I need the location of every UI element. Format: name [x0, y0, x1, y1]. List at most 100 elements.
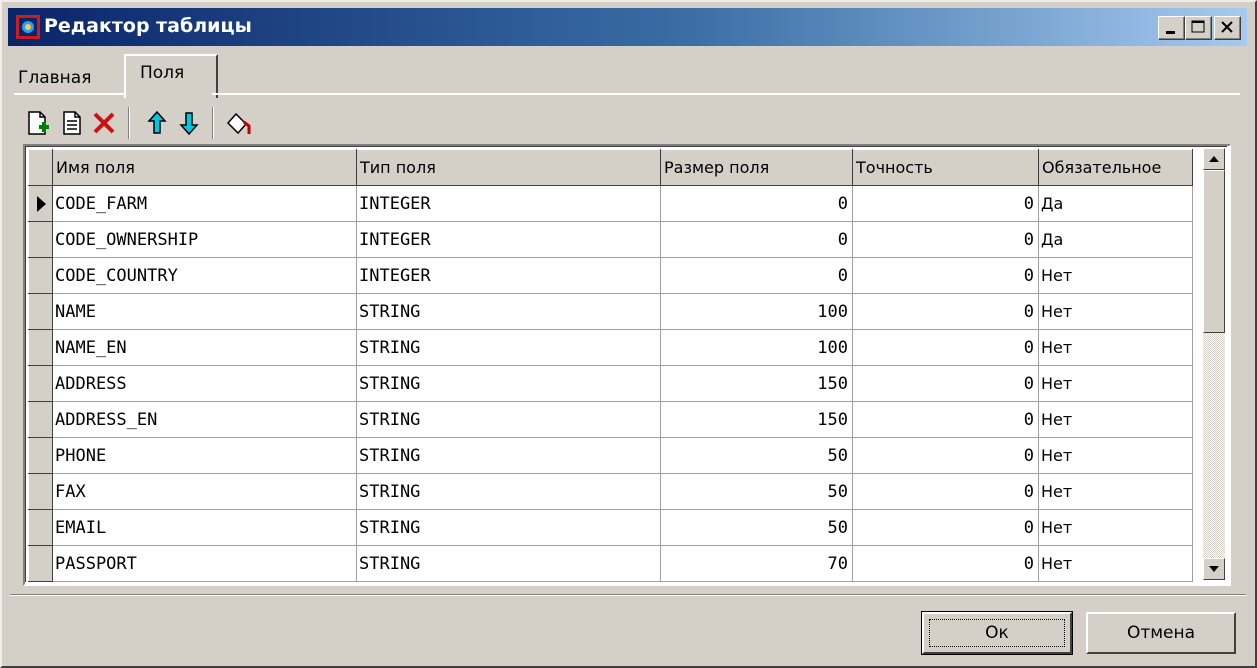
row-indicator[interactable] [28, 509, 53, 546]
column-header-precision[interactable]: Точность [852, 149, 1039, 186]
row-indicator[interactable] [28, 257, 53, 294]
cell-field-required[interactable]: Нет [1038, 473, 1193, 510]
cell-field-precision[interactable]: 0 [852, 365, 1039, 402]
move-down-button[interactable] [172, 106, 206, 140]
table-row[interactable]: CODE_FARM INTEGER 0 0 Да [28, 185, 1193, 222]
row-indicator[interactable] [28, 185, 53, 222]
cell-field-size[interactable]: 0 [660, 185, 853, 222]
cell-field-size[interactable]: 0 [660, 257, 853, 294]
table-row[interactable]: PHONE STRING 50 0 Нет [28, 437, 1193, 474]
cell-field-name[interactable]: PASSPORT [52, 545, 357, 582]
row-indicator[interactable] [28, 221, 53, 258]
cell-field-required[interactable]: Нет [1038, 509, 1193, 546]
cancel-button[interactable]: Отмена [1086, 612, 1236, 654]
column-header-required[interactable]: Обязательное [1038, 149, 1193, 186]
cell-field-size[interactable]: 50 [660, 509, 853, 546]
edit-field-button[interactable] [56, 106, 90, 140]
scroll-up-button[interactable] [1203, 148, 1225, 170]
cell-field-precision[interactable]: 0 [852, 509, 1039, 546]
vertical-scrollbar[interactable] [1203, 148, 1225, 580]
clear-button[interactable] [222, 106, 256, 140]
tab-main[interactable]: Главная [14, 61, 122, 92]
table-row[interactable]: PASSPORT STRING 70 0 Нет [28, 545, 1193, 582]
cell-field-required[interactable]: Нет [1038, 437, 1193, 474]
ok-button[interactable]: Ок [921, 611, 1073, 655]
cell-field-required[interactable]: Нет [1038, 293, 1193, 330]
row-indicator[interactable] [28, 329, 53, 366]
row-indicator[interactable] [28, 545, 53, 582]
title-bar[interactable]: Редактор таблицы [8, 8, 1247, 46]
cell-field-size[interactable]: 100 [660, 329, 853, 366]
cell-field-type[interactable]: STRING [356, 401, 661, 438]
cell-field-size[interactable]: 150 [660, 365, 853, 402]
cell-field-size[interactable]: 50 [660, 473, 853, 510]
fields-grid[interactable]: Имя поля Тип поля Размер поля Точность О… [23, 144, 1231, 586]
cell-field-type[interactable]: STRING [356, 437, 661, 474]
add-field-button[interactable] [22, 106, 56, 140]
cell-field-type[interactable]: STRING [356, 329, 661, 366]
column-header-name[interactable]: Имя поля [52, 149, 357, 186]
move-up-button[interactable] [140, 106, 174, 140]
cell-field-type[interactable]: STRING [356, 509, 661, 546]
cell-field-size[interactable]: 50 [660, 437, 853, 474]
cell-field-precision[interactable]: 0 [852, 329, 1039, 366]
cell-field-name[interactable]: PHONE [52, 437, 357, 474]
column-header-size[interactable]: Размер поля [660, 149, 853, 186]
cell-field-type[interactable]: STRING [356, 365, 661, 402]
delete-field-button[interactable] [88, 106, 122, 140]
table-row[interactable]: FAX STRING 50 0 Нет [28, 473, 1193, 510]
row-indicator[interactable] [28, 401, 53, 438]
maximize-button[interactable] [1185, 16, 1212, 40]
cell-field-size[interactable]: 70 [660, 545, 853, 582]
cell-field-required[interactable]: Да [1038, 185, 1193, 222]
cell-field-required[interactable]: Нет [1038, 257, 1193, 294]
cell-field-type[interactable]: STRING [356, 293, 661, 330]
row-indicator[interactable] [28, 437, 53, 474]
cell-field-name[interactable]: FAX [52, 473, 357, 510]
minimize-button[interactable] [1158, 16, 1185, 40]
scroll-thumb[interactable] [1203, 170, 1225, 333]
table-row[interactable]: ADDRESS STRING 150 0 Нет [28, 365, 1193, 402]
table-row[interactable]: CODE_OWNERSHIP INTEGER 0 0 Да [28, 221, 1193, 258]
cell-field-size[interactable]: 100 [660, 293, 853, 330]
table-row[interactable]: CODE_COUNTRY INTEGER 0 0 Нет [28, 257, 1193, 294]
cell-field-name[interactable]: CODE_OWNERSHIP [52, 221, 357, 258]
cell-field-required[interactable]: Да [1038, 221, 1193, 258]
close-button[interactable] [1214, 16, 1241, 40]
cell-field-required[interactable]: Нет [1038, 365, 1193, 402]
cell-field-name[interactable]: ADDRESS_EN [52, 401, 357, 438]
scroll-down-button[interactable] [1203, 558, 1225, 580]
cell-field-name[interactable]: NAME [52, 293, 357, 330]
cell-field-precision[interactable]: 0 [852, 437, 1039, 474]
cell-field-required[interactable]: Нет [1038, 329, 1193, 366]
cell-field-precision[interactable]: 0 [852, 401, 1039, 438]
cell-field-type[interactable]: INTEGER [356, 221, 661, 258]
cell-field-name[interactable]: CODE_COUNTRY [52, 257, 357, 294]
cell-field-precision[interactable]: 0 [852, 293, 1039, 330]
row-indicator[interactable] [28, 473, 53, 510]
cell-field-size[interactable]: 150 [660, 401, 853, 438]
cell-field-name[interactable]: EMAIL [52, 509, 357, 546]
column-header-type[interactable]: Тип поля [356, 149, 661, 186]
cell-field-type[interactable]: STRING [356, 545, 661, 582]
cell-field-size[interactable]: 0 [660, 221, 853, 258]
cell-field-name[interactable]: CODE_FARM [52, 185, 357, 222]
cell-field-type[interactable]: INTEGER [356, 257, 661, 294]
cell-field-required[interactable]: Нет [1038, 401, 1193, 438]
cell-field-name[interactable]: NAME_EN [52, 329, 357, 366]
cell-field-precision[interactable]: 0 [852, 257, 1039, 294]
table-row[interactable]: NAME STRING 100 0 Нет [28, 293, 1193, 330]
cell-field-name[interactable]: ADDRESS [52, 365, 357, 402]
cell-field-precision[interactable]: 0 [852, 473, 1039, 510]
cell-field-precision[interactable]: 0 [852, 545, 1039, 582]
cell-field-required[interactable]: Нет [1038, 545, 1193, 582]
row-indicator[interactable] [28, 293, 53, 330]
table-row[interactable]: NAME_EN STRING 100 0 Нет [28, 329, 1193, 366]
cell-field-type[interactable]: STRING [356, 473, 661, 510]
cell-field-type[interactable]: INTEGER [356, 185, 661, 222]
table-row[interactable]: ADDRESS_EN STRING 150 0 Нет [28, 401, 1193, 438]
tab-fields[interactable]: Поля [124, 54, 218, 98]
cell-field-precision[interactable]: 0 [852, 185, 1039, 222]
table-row[interactable]: EMAIL STRING 50 0 Нет [28, 509, 1193, 546]
cell-field-precision[interactable]: 0 [852, 221, 1039, 258]
